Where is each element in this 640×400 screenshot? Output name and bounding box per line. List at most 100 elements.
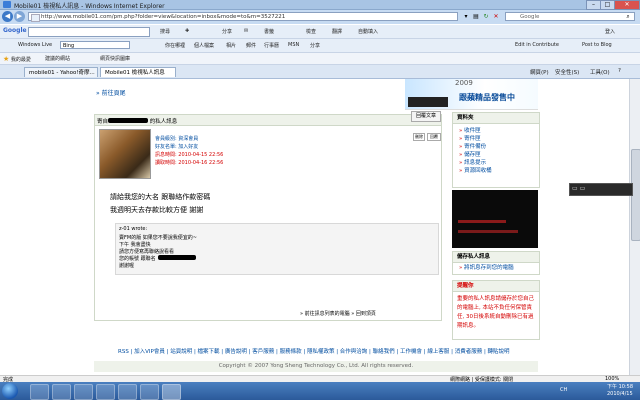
meta-friends: 好友名單: 加入好友 [155,143,223,151]
cmd-safety[interactable]: 安全性(S) [555,68,579,76]
app-taskbar-icon[interactable] [96,384,115,400]
minimize-button[interactable]: – [586,0,601,10]
compat-icon[interactable]: ▤ [472,13,480,21]
explorer-taskbar-icon[interactable] [52,384,71,400]
search-icon[interactable]: ⌕ [624,13,632,21]
cmd-page[interactable]: 網頁(P) [530,68,549,76]
ad-product-image [408,97,448,107]
maximize-button[interactable]: □ [600,0,615,10]
language-indicator[interactable]: CH [560,387,567,393]
meta-level-label: 會員級別: [155,136,177,142]
reply-button[interactable]: 回覆文章 [411,111,441,122]
clock-time[interactable]: 下午 10:58 [607,383,633,390]
ie-active-taskbar-icon[interactable] [162,384,181,400]
wl-item-calendar[interactable]: 行事曆 [264,42,279,49]
panel-title: 寄自 的私人訊息 [97,118,178,125]
favorites-button[interactable]: ★ 我的最愛 [3,55,31,63]
jump-to-bottom-link[interactable]: » 前往頁尾 [96,88,126,97]
forward-button[interactable]: ▶ [14,11,25,22]
back-button[interactable]: ◀ [2,11,13,22]
meta-level-value[interactable]: 資深會員 [178,136,198,142]
bing-search-input[interactable]: Bing [60,41,130,49]
title-bar: Mobile01 檢視私人訊息 - Windows Internet Explo… [0,0,640,10]
ad-text: 跟蘋精品發售中 [459,93,515,102]
quote-line-2: 下午 我會盡快 [119,242,151,248]
reply-small-button[interactable]: 回覆 [427,133,441,141]
dropdown-icon[interactable]: ▾ [462,13,470,21]
save-box-title: 儲存私人訊息 [453,252,539,263]
google-item-mail[interactable]: ✉ [244,28,248,34]
google-item-bookmarks[interactable]: 書籤 [264,28,274,35]
avatar [99,129,151,179]
wl-item-contribute[interactable]: Edit in Contribute [515,42,559,48]
message-line-1: 請給我您的大名 跟聯絡作款密碼 [110,193,211,201]
wl-item-blog[interactable]: Post to Blog [582,42,612,48]
sender-meta: 會員級別: 資深會員 好友名單: 加入好友 訊息時間: 2010-04-15 2… [155,135,223,167]
folder-inbox[interactable]: 收件匣 [453,127,539,135]
app-taskbar-icon[interactable] [118,384,137,400]
search-input[interactable]: Google [505,12,635,21]
wl-item-share[interactable]: 分享 [310,42,320,49]
folder-savebox[interactable]: 儲存匣 [453,151,539,159]
footer-links[interactable]: RSS | 加入VIP會員 | 站頁說明 | 檔案下載 | 廣告說明 | 客戶服… [118,347,518,355]
ad-stripe [458,230,518,233]
delete-button[interactable]: 刪除 [413,133,425,141]
google-item-share[interactable]: 分享 [222,28,232,35]
ad-stripe [458,220,506,223]
start-button[interactable] [2,383,18,399]
meta-read-time: 讀取時間: 2010-04-16 22:56 [155,159,223,167]
folder-trash[interactable]: 資源回收桶 [453,167,539,175]
tab-yahoo[interactable]: mobile01 - Yahoo!奇摩... [24,67,98,77]
meta-read-value: 2010-04-16 22:56 [178,160,224,166]
stop-icon[interactable]: ✕ [492,13,500,21]
app-taskbar-icon[interactable] [140,384,159,400]
copyright: Copyright © 2007 Yong Sheng Technology C… [94,361,538,372]
jump-to-bottom-label: 前往頁尾 [101,90,126,97]
message-bottom-links[interactable]: » 前往訊息列表的電腦 » 回到頂頁 [300,310,376,317]
clock-date[interactable]: 2010/4/15 [607,391,633,397]
fav-item-suggested[interactable]: 建議的網站 [45,55,70,62]
quote-line-5: 謝謝喔 [119,263,135,269]
cmd-help[interactable]: ? [618,68,621,74]
quote-line-3: 請您方便寫再聯絡說看看 [119,249,175,255]
floating-widget[interactable]: ▭ ▭ [569,183,633,196]
folder-alerts[interactable]: 訊息提示 [453,159,539,167]
wl-item-photos[interactable]: 相片 [226,42,236,49]
panel-title-suffix: 的私人訊息 [149,119,178,125]
close-button[interactable]: ✕ [614,0,640,10]
google-item-add[interactable]: ✚ [185,28,189,34]
google-search-input[interactable] [28,27,150,37]
google-item-signin[interactable]: 登入 [605,28,615,35]
page-icon [31,14,40,22]
window-title: Mobile01 檢視私人訊息 - Windows Internet Explo… [14,3,165,10]
folder-outbox[interactable]: 寄件匣 [453,135,539,143]
media-taskbar-icon[interactable] [74,384,93,400]
ie-taskbar-icon[interactable] [30,384,49,400]
fav-item-webslices[interactable]: 網頁快訊圖庫 [100,55,130,62]
wl-item-profile[interactable]: 個人檔案 [194,42,214,49]
address-input[interactable]: http://www.mobile01.com/pm.php?folder=vi… [28,12,458,22]
message-line-2: 我週明天去存款比較方便 謝謝 [110,206,204,214]
vertical-scrollbar[interactable] [629,79,640,375]
wl-item-mail[interactable]: 郵件 [246,42,256,49]
tab-mobile01[interactable]: Mobile01 檢視私人訊息 [100,67,176,77]
wl-item-msn[interactable]: MSN [288,42,299,48]
quote-line-1: 賣FM的版 如果您不要說我便宜的~ [119,235,197,241]
cmd-tools[interactable]: 工具(O) [590,68,610,76]
ad-banner[interactable]: 2009 跟蘋精品發售中 [405,79,538,110]
refresh-icon[interactable]: ↻ [482,13,490,21]
sidebar-ad-image[interactable] [452,190,538,248]
save-to-computer-link[interactable]: 將訊息存到您的電腦 [453,263,539,272]
page-content: » 前往頁尾 2009 跟蘋精品發售中 寄自 的私人訊息 回覆文章 刪除 回覆 … [0,79,629,375]
meta-sent-label: 訊息時間: [155,152,177,158]
favorites-label: 我的最愛 [10,57,31,63]
google-item-translate[interactable]: 翻譯 [332,28,342,35]
wl-item-where[interactable]: 你在哪裡 [165,42,185,49]
meta-friends-value[interactable]: 加入好友 [178,144,198,150]
google-item-autofill[interactable]: 自動填入 [358,28,378,35]
folder-sentbox[interactable]: 寄件備份 [453,143,539,151]
google-item-search[interactable]: 搜尋 [160,28,170,35]
message-panel: 寄自 的私人訊息 回覆文章 刪除 回覆 會員級別: 資深會員 好友名單: 加入好… [94,111,442,321]
google-item-check[interactable]: 檢查 [306,28,316,35]
address-row: ◀ ▶ http://www.mobile01.com/pm.php?folde… [0,10,640,24]
